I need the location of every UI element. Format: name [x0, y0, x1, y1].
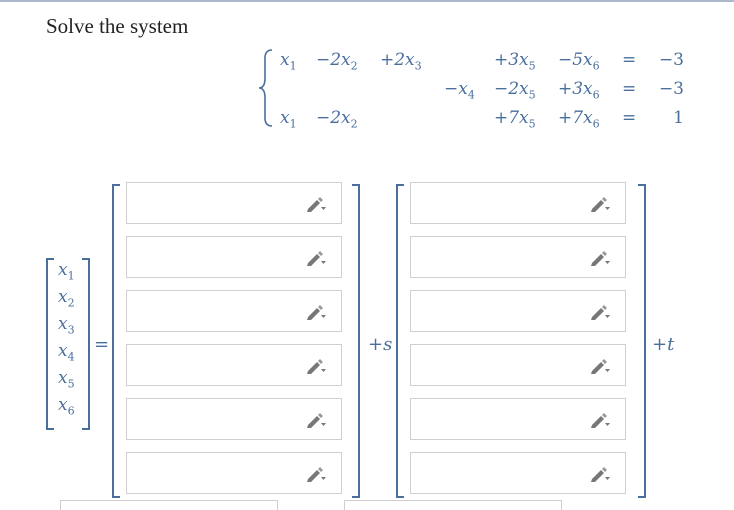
pencil-icon[interactable] [589, 304, 611, 320]
equals-sign: = [94, 334, 110, 355]
vector2-field-1[interactable] [410, 182, 626, 224]
vector2-field-6[interactable] [410, 452, 626, 494]
pencil-icon[interactable] [589, 196, 611, 212]
pencil-icon[interactable] [589, 358, 611, 374]
equation-term: +3x6 [558, 79, 600, 102]
variable-x1: x1 [58, 260, 75, 283]
equation-term: +2x3 [380, 50, 422, 73]
problem-title: Solve the system [46, 14, 189, 38]
variable-x5: x5 [58, 368, 75, 391]
equation-term: −x4 [444, 79, 475, 102]
vector1-field-2[interactable] [126, 236, 342, 278]
variable-x2: x2 [58, 287, 75, 310]
pencil-icon[interactable] [305, 358, 327, 374]
vector2-left-bracket [396, 184, 404, 498]
vector2-field-3[interactable] [410, 290, 626, 332]
equation-term: +7x5 [494, 108, 536, 131]
equation-term: −2x2 [316, 108, 358, 131]
equation-row-2: −x4 −2x5 +3x6 = −3 [258, 79, 698, 107]
top-divider [0, 0, 734, 2]
equation-term: −2x5 [494, 79, 536, 102]
variable-x3: x3 [58, 314, 75, 337]
vector1-field-1[interactable] [126, 182, 342, 224]
vector1-left-bracket [112, 184, 120, 498]
equation-equals: = [622, 79, 637, 99]
equation-system: x1 −2x2 +2x3 +3x5 −5x6 = −3 −x4 −2x5 +3x6 = −3 x1−… [258, 48, 698, 138]
pencil-icon[interactable] [305, 412, 327, 428]
vector2-field-5[interactable] [410, 398, 626, 440]
pencil-icon[interactable] [305, 304, 327, 320]
equation-rhs: −3 [658, 50, 684, 70]
equation-rhs: −3 [658, 79, 684, 99]
equation-equals: = [622, 50, 637, 70]
variable-vector-right-bracket [82, 258, 90, 430]
equation-term: −5x6 [558, 50, 600, 73]
param-t-label: +t [652, 334, 675, 355]
pencil-icon[interactable] [589, 250, 611, 266]
pencil-icon[interactable] [589, 466, 611, 482]
equation-term: +7x6 [558, 108, 600, 131]
vector1-field-6[interactable] [126, 452, 342, 494]
vector1-field-4[interactable] [126, 344, 342, 386]
vector1-field-5[interactable] [126, 398, 342, 440]
variable-vector-left-bracket [46, 258, 54, 430]
equation-equals: = [622, 108, 637, 128]
equation-rhs: 1 [673, 108, 684, 128]
vector2-field-2[interactable] [410, 236, 626, 278]
equation-row-3: x1 −2x2 +7x5 +7x6 = 1 [258, 108, 698, 136]
next-field-partial-1[interactable] [60, 500, 278, 510]
pencil-icon[interactable] [589, 412, 611, 428]
equation-term: x1 [280, 108, 297, 131]
variable-x6: x6 [58, 395, 75, 418]
vector1-right-bracket [352, 184, 360, 498]
param-s-label: +s [368, 334, 393, 355]
next-field-partial-2[interactable] [344, 500, 562, 510]
equation-term: −2x2 [316, 50, 358, 73]
vector2-right-bracket [638, 184, 646, 498]
vector1-field-3[interactable] [126, 290, 342, 332]
equation-term: x1 [280, 50, 297, 73]
equation-term: +3x5 [494, 50, 536, 73]
pencil-icon[interactable] [305, 466, 327, 482]
pencil-icon[interactable] [305, 250, 327, 266]
equation-row-1: x1 −2x2 +2x3 +3x5 −5x6 = −3 [258, 50, 698, 78]
variable-x4: x4 [58, 341, 75, 364]
pencil-icon[interactable] [305, 196, 327, 212]
vector2-field-4[interactable] [410, 344, 626, 386]
